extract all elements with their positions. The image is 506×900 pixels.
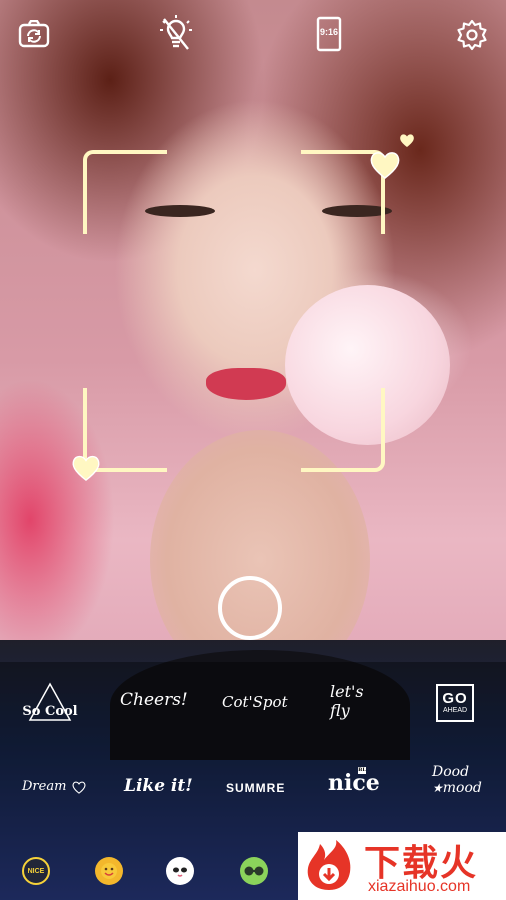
shutter-button[interactable] — [218, 576, 282, 640]
sticker-summre[interactable]: SUMMRE — [226, 781, 285, 795]
sticker-cot-spot[interactable]: Cot'Spot — [222, 693, 288, 711]
emoji-face-icon — [101, 863, 117, 879]
glasses-icon — [244, 866, 264, 876]
switch-camera-icon[interactable] — [16, 18, 52, 50]
focus-corner — [83, 150, 167, 234]
sticker-so-cool[interactable]: So Cool — [18, 682, 82, 730]
category-tab-cute-face[interactable] — [166, 857, 194, 885]
heart-outline-icon — [72, 781, 86, 794]
category-tab-emoji[interactable] — [95, 857, 123, 885]
category-label: NICE — [27, 867, 45, 875]
site-watermark: 下载火 xiazaihuo.com — [298, 832, 506, 900]
sticker-label-line2: mood — [442, 780, 482, 796]
sticker-good-mood[interactable]: Dood ★mood — [432, 764, 482, 796]
sticker-dream[interactable]: Dream — [22, 779, 87, 794]
sticker-badge: BL — [358, 767, 366, 774]
sticker-label-line1: Dood — [432, 764, 470, 780]
sticker-lets-fly[interactable]: let's fly — [330, 682, 364, 720]
sticker-label-line2: AHEAD — [442, 707, 468, 714]
sticker-cheers[interactable]: Cheers! — [120, 690, 188, 710]
star-icon: ★ — [432, 781, 443, 795]
sticker-label-line1: let's — [330, 682, 364, 701]
settings-icon[interactable] — [455, 18, 489, 52]
heart-icon — [400, 134, 414, 147]
sticker-label: Dream — [22, 779, 67, 794]
sticker-like-it[interactable]: Like it! — [124, 776, 193, 796]
sticker-label: nice — [328, 770, 380, 796]
sticker-label-line1: GO — [442, 690, 468, 707]
heart-icon — [72, 455, 100, 482]
sticker-label: So Cool — [22, 704, 78, 719]
cute-face-icon — [173, 867, 187, 877]
sticker-go-ahead[interactable]: GO AHEAD — [436, 684, 474, 722]
flame-logo-icon — [307, 840, 351, 890]
focus-corner — [301, 388, 385, 472]
flash-off-icon[interactable] — [158, 14, 194, 54]
watermark-domain: xiazaihuo.com — [368, 878, 471, 895]
category-tab-glasses[interactable] — [240, 857, 268, 885]
sticker-label-line2: fly — [330, 701, 350, 720]
category-tab-nice[interactable]: NICE — [22, 857, 50, 885]
aspect-ratio-label: 9:16 — [319, 27, 338, 37]
sticker-nice[interactable]: BL nice — [328, 767, 380, 796]
heart-icon — [370, 152, 400, 179]
face-focus-frame — [83, 150, 385, 472]
